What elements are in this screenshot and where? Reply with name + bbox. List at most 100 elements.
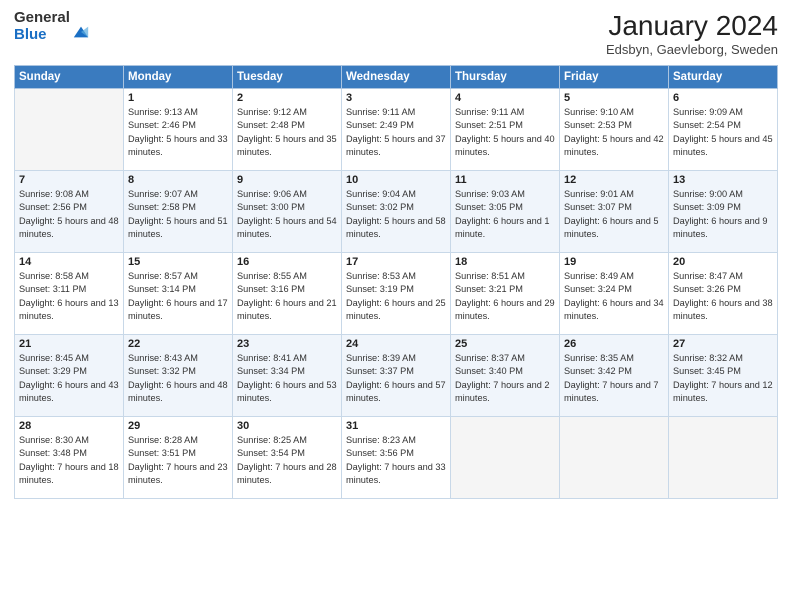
calendar-cell: 9 Sunrise: 9:06 AMSunset: 3:00 PMDaylight… (233, 171, 342, 253)
day-number: 12 (564, 174, 664, 186)
day-info: Sunrise: 9:11 AMSunset: 2:49 PMDaylight:… (346, 106, 446, 159)
calendar-cell: 25Sunrise: 8:37 AMSunset: 3:40 PMDayligh… (451, 335, 560, 417)
calendar-cell: 26 Sunrise: 8:35 AMSunset: 3:42 PMDayligh… (560, 335, 669, 417)
calendar-cell: 8 Sunrise: 9:07 AMSunset: 2:58 PMDaylight… (124, 171, 233, 253)
title-block: January 2024 Edsbyn, Gaevleborg, Sweden (606, 10, 778, 57)
day-number: 9 (237, 174, 337, 186)
day-number: 11 (455, 174, 555, 186)
calendar-cell: 2Sunrise: 9:12 AMSunset: 2:48 PMDaylight… (233, 89, 342, 171)
logo-blue-text: Blue (14, 27, 70, 44)
day-info: Sunrise: 8:53 AMSunset: 3:19 PMDaylight:… (346, 270, 446, 323)
day-number: 27 (673, 338, 773, 350)
calendar-cell: 23 Sunrise: 8:41 AMSunset: 3:34 PMDayligh… (233, 335, 342, 417)
day-number: 20 (673, 256, 773, 268)
day-info: Sunrise: 8:45 AMSunset: 3:29 PMDaylight:… (19, 352, 119, 405)
day-number: 8 (128, 174, 228, 186)
calendar-cell: 31 Sunrise: 8:23 AMSunset: 3:56 PMDayligh… (342, 417, 451, 499)
day-number: 18 (455, 256, 555, 268)
calendar-cell: 15Sunrise: 8:57 AMSunset: 3:14 PMDayligh… (124, 253, 233, 335)
calendar-cell: 18 Sunrise: 8:51 AMSunset: 3:21 PMDayligh… (451, 253, 560, 335)
day-number: 31 (346, 420, 446, 432)
day-info: Sunrise: 9:09 AMSunset: 2:54 PMDaylight:… (673, 106, 773, 159)
day-number: 23 (237, 338, 337, 350)
day-info: Sunrise: 8:51 AMSunset: 3:21 PMDaylight:… (455, 270, 555, 323)
day-number: 30 (237, 420, 337, 432)
day-number: 4 (455, 92, 555, 104)
day-info: Sunrise: 8:55 AMSunset: 3:16 PMDaylight:… (237, 270, 337, 323)
calendar-container: General Blue January 2024 Edsbyn, Gaevle… (0, 0, 792, 612)
day-number: 22 (128, 338, 228, 350)
calendar-cell: 11 Sunrise: 9:03 AMSunset: 3:05 PMDayligh… (451, 171, 560, 253)
day-info: Sunrise: 9:10 AMSunset: 2:53 PMDaylight:… (564, 106, 664, 159)
day-info: Sunrise: 9:04 AMSunset: 3:02 PMDaylight:… (346, 188, 446, 241)
day-number: 19 (564, 256, 664, 268)
calendar-cell: 21 Sunrise: 8:45 AMSunset: 3:29 PMDayligh… (15, 335, 124, 417)
calendar-cell: 27 Sunrise: 8:32 AMSunset: 3:45 PMDayligh… (669, 335, 778, 417)
header-day-tuesday: Tuesday (233, 66, 342, 89)
calendar-cell (451, 417, 560, 499)
day-info: Sunrise: 9:06 AMSunset: 3:00 PMDaylight:… (237, 188, 337, 241)
day-info: Sunrise: 8:41 AMSunset: 3:34 PMDaylight:… (237, 352, 337, 405)
day-number: 24 (346, 338, 446, 350)
calendar-cell: 17 Sunrise: 8:53 AMSunset: 3:19 PMDayligh… (342, 253, 451, 335)
header-day-monday: Monday (124, 66, 233, 89)
calendar-cell (560, 417, 669, 499)
day-info: Sunrise: 9:01 AMSunset: 3:07 PMDaylight:… (564, 188, 664, 241)
day-number: 6 (673, 92, 773, 104)
calendar-cell (15, 89, 124, 171)
day-number: 26 (564, 338, 664, 350)
day-info: Sunrise: 9:07 AMSunset: 2:58 PMDaylight:… (128, 188, 228, 241)
day-number: 21 (19, 338, 119, 350)
day-number: 3 (346, 92, 446, 104)
day-info: Sunrise: 8:32 AMSunset: 3:45 PMDaylight:… (673, 352, 773, 405)
header-day-saturday: Saturday (669, 66, 778, 89)
day-number: 1 (128, 92, 228, 104)
day-info: Sunrise: 9:03 AMSunset: 3:05 PMDaylight:… (455, 188, 555, 241)
day-info: Sunrise: 8:35 AMSunset: 3:42 PMDaylight:… (564, 352, 664, 405)
day-info: Sunrise: 8:49 AMSunset: 3:24 PMDaylight:… (564, 270, 664, 323)
header-day-wednesday: Wednesday (342, 66, 451, 89)
calendar-cell: 29 Sunrise: 8:28 AMSunset: 3:51 PMDayligh… (124, 417, 233, 499)
calendar-cell: 4 Sunrise: 9:11 AMSunset: 2:51 PMDaylight… (451, 89, 560, 171)
day-info: Sunrise: 8:37 AMSunset: 3:40 PMDaylight:… (455, 352, 555, 405)
calendar-cell: 16Sunrise: 8:55 AMSunset: 3:16 PMDayligh… (233, 253, 342, 335)
header-row: SundayMondayTuesdayWednesdayThursdayFrid… (15, 66, 778, 89)
day-info: Sunrise: 9:11 AMSunset: 2:51 PMDaylight:… (455, 106, 555, 159)
day-info: Sunrise: 8:47 AMSunset: 3:26 PMDaylight:… (673, 270, 773, 323)
calendar-cell: 6 Sunrise: 9:09 AMSunset: 2:54 PMDaylight… (669, 89, 778, 171)
week-row-5: 28 Sunrise: 8:30 AMSunset: 3:48 PMDayligh… (15, 417, 778, 499)
calendar-cell: 7Sunrise: 9:08 AMSunset: 2:56 PMDaylight… (15, 171, 124, 253)
header: General Blue January 2024 Edsbyn, Gaevle… (14, 10, 778, 57)
calendar-cell: 20 Sunrise: 8:47 AMSunset: 3:26 PMDayligh… (669, 253, 778, 335)
day-number: 13 (673, 174, 773, 186)
calendar-cell: 14Sunrise: 8:58 AMSunset: 3:11 PMDayligh… (15, 253, 124, 335)
day-number: 15 (128, 256, 228, 268)
calendar-cell: 13 Sunrise: 9:00 AMSunset: 3:09 PMDayligh… (669, 171, 778, 253)
week-row-3: 14Sunrise: 8:58 AMSunset: 3:11 PMDayligh… (15, 253, 778, 335)
day-info: Sunrise: 9:13 AMSunset: 2:46 PMDaylight:… (128, 106, 228, 159)
day-info: Sunrise: 8:39 AMSunset: 3:37 PMDaylight:… (346, 352, 446, 405)
header-day-friday: Friday (560, 66, 669, 89)
day-info: Sunrise: 8:58 AMSunset: 3:11 PMDaylight:… (19, 270, 119, 323)
calendar-cell: 12 Sunrise: 9:01 AMSunset: 3:07 PMDayligh… (560, 171, 669, 253)
week-row-2: 7Sunrise: 9:08 AMSunset: 2:56 PMDaylight… (15, 171, 778, 253)
day-number: 29 (128, 420, 228, 432)
day-number: 5 (564, 92, 664, 104)
calendar-cell: 19 Sunrise: 8:49 AMSunset: 3:24 PMDayligh… (560, 253, 669, 335)
day-info: Sunrise: 8:25 AMSunset: 3:54 PMDaylight:… (237, 434, 337, 487)
day-number: 17 (346, 256, 446, 268)
location-subtitle: Edsbyn, Gaevleborg, Sweden (606, 42, 778, 57)
day-info: Sunrise: 9:00 AMSunset: 3:09 PMDaylight:… (673, 188, 773, 241)
day-info: Sunrise: 8:43 AMSunset: 3:32 PMDaylight:… (128, 352, 228, 405)
week-row-4: 21 Sunrise: 8:45 AMSunset: 3:29 PMDayligh… (15, 335, 778, 417)
calendar-cell: 10 Sunrise: 9:04 AMSunset: 3:02 PMDayligh… (342, 171, 451, 253)
logo-general-text: General (14, 10, 70, 27)
day-info: Sunrise: 9:12 AMSunset: 2:48 PMDaylight:… (237, 106, 337, 159)
day-number: 10 (346, 174, 446, 186)
calendar-cell (669, 417, 778, 499)
day-info: Sunrise: 8:30 AMSunset: 3:48 PMDaylight:… (19, 434, 119, 487)
day-number: 28 (19, 420, 119, 432)
day-info: Sunrise: 8:23 AMSunset: 3:56 PMDaylight:… (346, 434, 446, 487)
day-info: Sunrise: 8:28 AMSunset: 3:51 PMDaylight:… (128, 434, 228, 487)
day-info: Sunrise: 9:08 AMSunset: 2:56 PMDaylight:… (19, 188, 119, 241)
